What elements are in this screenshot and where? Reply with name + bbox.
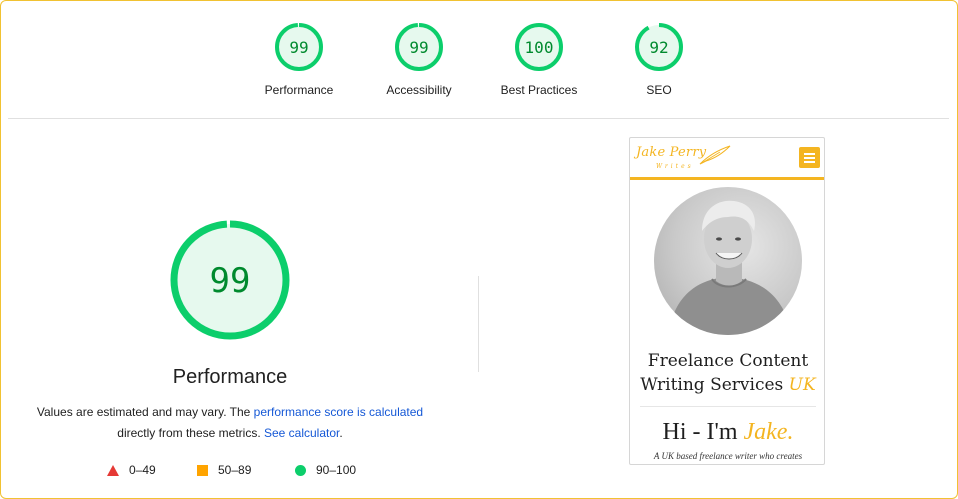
desc-text-1: Values are estimated and may vary. The xyxy=(36,405,254,419)
site-header: Jake Perry Writes xyxy=(630,138,824,180)
gauge-seo-score: 92 xyxy=(649,38,668,57)
performance-main-score: 99 xyxy=(210,261,251,301)
gauge-best-practices[interactable]: 100 Best Practices xyxy=(479,22,599,97)
desc-text-2: directly from these metrics. xyxy=(117,426,264,440)
gauge-seo-ring: 92 xyxy=(635,23,683,71)
greeting-name: Jake. xyxy=(743,419,794,445)
heading-uk: UK xyxy=(788,375,816,395)
site-greeting: Hi - I'm Jake. xyxy=(630,419,824,446)
legend-pass: 90–100 xyxy=(295,462,356,478)
header-divider xyxy=(8,118,949,119)
site-divider xyxy=(640,406,816,407)
avatar xyxy=(654,187,802,335)
gauge-accessibility-label: Accessibility xyxy=(386,83,452,97)
site-subline: A UK based freelance writer who creates xyxy=(653,451,803,461)
gauge-performance-score: 99 xyxy=(289,38,308,57)
heading-line-2: Writing Services xyxy=(640,375,789,395)
square-icon xyxy=(197,464,208,476)
desc-text-3: . xyxy=(339,426,343,440)
legend-average: 50–89 xyxy=(197,462,251,478)
site-logo-sub: Writes xyxy=(656,163,694,170)
gauge-performance-ring: 99 xyxy=(275,23,323,71)
final-screenshot[interactable]: Jake Perry Writes Freelance Content Writ… xyxy=(629,137,825,465)
gauge-seo-label: SEO xyxy=(646,83,672,97)
see-calculator-link[interactable]: See calculator xyxy=(264,426,339,440)
site-logo: Jake Perry xyxy=(636,145,707,160)
quill-icon xyxy=(699,145,731,165)
legend-average-label: 50–89 xyxy=(218,463,252,477)
triangle-icon xyxy=(107,464,119,476)
hamburger-icon[interactable] xyxy=(799,147,820,168)
category-gauges: 99 Performance 99 Accessibility 100 Best… xyxy=(0,22,958,102)
portrait-image xyxy=(668,200,792,335)
gauge-seo[interactable]: 92 SEO xyxy=(599,22,719,97)
circle-icon xyxy=(295,464,306,476)
gauge-best-practices-ring: 100 xyxy=(515,23,563,71)
gauge-performance-label: Performance xyxy=(264,83,334,97)
legend-fail-label: 0–49 xyxy=(129,463,156,477)
heading-line-1: Freelance Content xyxy=(647,351,809,371)
site-heading: Freelance Content Writing Services UK xyxy=(630,349,824,397)
greeting-text: Hi - I'm xyxy=(662,419,744,445)
performance-main-gauge: 99 xyxy=(168,218,292,342)
performance-description: Values are estimated and may vary. The p… xyxy=(30,402,430,444)
legend-pass-label: 90–100 xyxy=(316,463,357,477)
performance-title: Performance xyxy=(172,366,288,388)
vertical-divider xyxy=(478,276,479,372)
performance-score-link[interactable]: performance score is calculated xyxy=(254,405,423,419)
score-legend: 0–49 50–89 90–100 xyxy=(0,462,480,478)
gauge-accessibility-ring: 99 xyxy=(395,23,443,71)
gauge-best-practices-label: Best Practices xyxy=(500,83,578,97)
legend-fail: 0–49 xyxy=(107,462,156,478)
gauge-accessibility[interactable]: 99 Accessibility xyxy=(359,22,479,97)
gauge-best-practices-score: 100 xyxy=(525,38,554,57)
gauge-accessibility-score: 99 xyxy=(409,38,428,57)
gauge-performance[interactable]: 99 Performance xyxy=(239,22,359,97)
